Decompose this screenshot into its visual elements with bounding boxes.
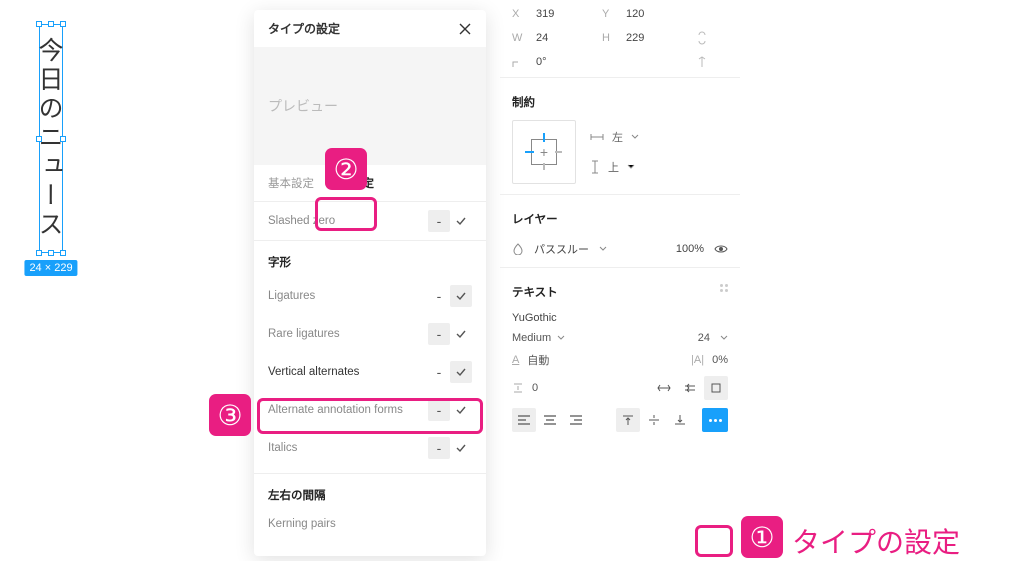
selection-handle[interactable] [36, 250, 42, 256]
letter-spacing-input[interactable]: |A| 0% [691, 354, 728, 366]
tab-basic[interactable]: 基本設定 [268, 175, 314, 191]
opacity-value[interactable]: 100% [676, 243, 704, 255]
row-alternate-annotation: Alternate annotation forms [268, 404, 403, 416]
rotation-icon [512, 57, 526, 68]
valign-middle-button[interactable] [642, 408, 666, 432]
align-center-button[interactable] [538, 408, 562, 432]
section-letterforms: 字形 [254, 241, 486, 277]
preview-area: プレビュー [254, 47, 486, 165]
vertical-align-group [616, 408, 692, 432]
layer-title: レイヤー [500, 199, 740, 235]
selection-handle[interactable] [48, 21, 54, 27]
toggle-enable[interactable] [450, 285, 472, 307]
toggle-enable[interactable] [450, 399, 472, 421]
row-vertical-alternates: Vertical alternates [268, 366, 359, 378]
auto-height-button[interactable] [678, 376, 702, 400]
callout-3-badge: ③ [209, 394, 251, 436]
x-value[interactable]: 319 [536, 8, 554, 20]
type-settings-title: タイプの設定 [268, 20, 340, 37]
toggle-disable[interactable]: - [428, 399, 450, 421]
font-size-input[interactable]: 24 [698, 332, 710, 344]
text-align-group [512, 408, 588, 432]
w-value[interactable]: 24 [536, 32, 548, 44]
toggle-disable[interactable]: - [428, 361, 450, 383]
text-title: テキスト [512, 284, 558, 300]
flip-icon[interactable] [692, 56, 712, 68]
close-icon[interactable] [458, 22, 472, 36]
rotation-value[interactable]: 0° [536, 56, 547, 68]
dimensions-badge: 24 × 229 [24, 260, 77, 276]
visibility-icon[interactable] [714, 242, 728, 256]
row-rare-ligatures: Rare ligatures [268, 328, 340, 340]
toggle-enable[interactable] [450, 361, 472, 383]
toggle-enable[interactable] [450, 210, 472, 232]
constrain-proportions-icon[interactable] [692, 30, 712, 46]
resize-mode-group [652, 376, 728, 400]
y-label: Y [602, 8, 616, 20]
row-ligatures: Ligatures [268, 290, 315, 302]
toggle-enable[interactable] [450, 437, 472, 459]
selection-handle[interactable] [60, 136, 66, 142]
style-icon[interactable] [720, 284, 728, 300]
toggle-disable[interactable]: - [428, 285, 450, 307]
paragraph-spacing-input[interactable]: 0 [512, 382, 604, 394]
valign-top-button[interactable] [616, 408, 640, 432]
constraints-title: 制約 [500, 82, 740, 118]
font-weight-select[interactable]: Medium [512, 332, 604, 344]
callout-1-highlight [695, 525, 733, 557]
font-family-select[interactable]: YuGothic [512, 312, 728, 324]
fixed-size-button[interactable] [704, 376, 728, 400]
h-value[interactable]: 229 [626, 32, 644, 44]
vertical-constraint-select[interactable]: 上 [590, 159, 639, 175]
w-label: W [512, 32, 526, 44]
h-label: H [602, 32, 616, 44]
x-label: X [512, 8, 526, 20]
section-horizontal-spacing: 左右の間隔 [254, 474, 486, 510]
y-value[interactable]: 120 [626, 8, 644, 20]
selection-handle[interactable] [48, 250, 54, 256]
blend-mode-select[interactable]: パススルー [534, 241, 589, 257]
toggle-enable[interactable] [450, 323, 472, 345]
row-slashed-zero: Slashed zero [268, 215, 335, 227]
selection-handle[interactable] [36, 136, 42, 142]
blend-icon [512, 243, 524, 255]
callout-1-label: タイプの設定 [792, 521, 960, 561]
preview-label: プレビュー [268, 96, 338, 116]
row-italics: Italics [268, 442, 297, 454]
toggle-disable[interactable]: - [428, 210, 450, 232]
constraints-widget[interactable]: + [512, 120, 576, 184]
valign-bottom-button[interactable] [668, 408, 692, 432]
toggle-disable[interactable]: - [428, 437, 450, 459]
horizontal-constraint-select[interactable]: 左 [590, 129, 639, 145]
selection-handle[interactable] [36, 21, 42, 27]
callout-1-badge: ① [741, 516, 783, 558]
row-kerning-pairs: Kerning pairs [268, 518, 336, 530]
chevron-down-icon[interactable] [720, 335, 728, 341]
line-height-input[interactable]: A 自動 [512, 352, 604, 368]
type-settings-button[interactable] [702, 408, 728, 432]
type-settings-panel: タイプの設定 プレビュー 基本設定 詳細設定 Slashed zero - 字形… [254, 10, 486, 556]
selection-handle[interactable] [60, 250, 66, 256]
toggle-disable[interactable]: - [428, 323, 450, 345]
plus-icon: + [540, 144, 548, 160]
auto-width-button[interactable] [652, 376, 676, 400]
align-left-button[interactable] [512, 408, 536, 432]
canvas-text-frame[interactable]: 今日のニュース [39, 24, 63, 253]
callout-2-badge: ② [325, 148, 367, 190]
properties-panel: X 319 Y 120 W 24 H 229 0° 制約 + [500, 3, 740, 436]
selection-handle[interactable] [60, 21, 66, 27]
align-right-button[interactable] [564, 408, 588, 432]
